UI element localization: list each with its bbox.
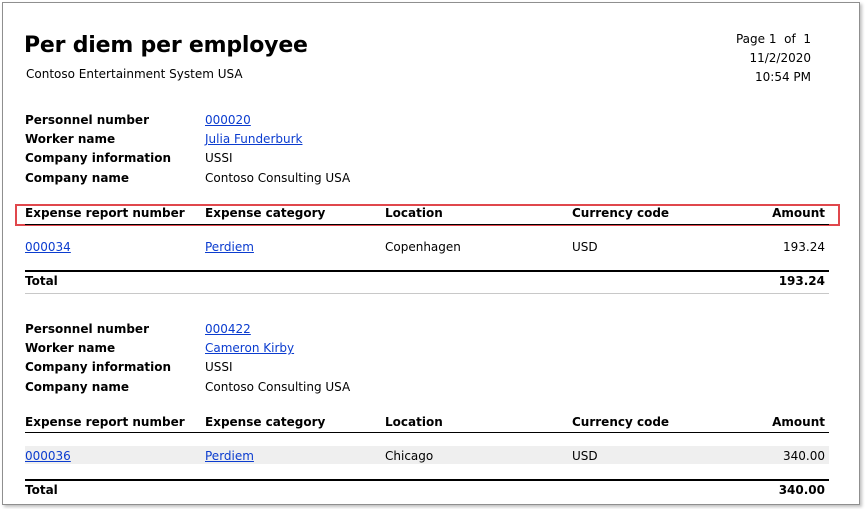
currency-code-cell: USD [572,240,598,254]
column-header-location: Location [385,206,443,220]
report-date: 11/2/2020 [749,51,811,65]
company-name-label: Company name [25,380,130,394]
column-header-expense-category: Expense category [205,206,326,220]
company-information-value: USSI [205,360,233,374]
column-header-location: Location [385,415,443,429]
expense-report-number-link[interactable]: 000036 [25,449,71,463]
header-underline [25,224,829,225]
amount-cell: 193.24 [783,240,825,254]
column-header-amount: Amount [772,415,825,429]
column-header-amount: Amount [772,206,825,220]
company-information-value: USSI [205,151,233,165]
report-title: Per diem per employee [24,33,308,58]
total-label: Total [25,483,58,497]
company-information-label: Company information [25,151,172,165]
personnel-number-label: Personnel number [25,322,149,336]
personnel-number-link[interactable]: 000020 [205,113,251,127]
total-amount: 340.00 [778,483,825,497]
expense-category-link[interactable]: Perdiem [205,449,254,463]
worker-name-label: Worker name [25,132,116,146]
page-number: 1 [768,32,777,46]
currency-code-cell: USD [572,449,598,463]
worker-name-label: Worker name [25,341,116,355]
total-bottom-rule [25,293,829,294]
total-rule [25,270,829,272]
column-header-expense-report-number: Expense report number [25,415,185,429]
company-name-value: Contoso Consulting USA [205,171,351,185]
page-info: Page 1 of 1 11/2/2020 10:54 PM [736,30,811,87]
column-header-currency-code: Currency code [572,415,670,429]
personnel-number-link[interactable]: 000422 [205,322,251,336]
report-page: Per diem per employee Contoso Entertainm… [2,2,860,505]
total-amount: 193.24 [778,274,825,288]
column-header-currency-code: Currency code [572,206,670,220]
page-counter: Page 1 of 1 [736,30,811,49]
page-of: of [784,32,796,46]
report-time: 10:54 PM [755,70,811,84]
worker-name-link[interactable]: Julia Funderburk [205,132,302,146]
total-label: Total [25,274,58,288]
column-header-expense-report-number: Expense report number [25,206,185,220]
report-company: Contoso Entertainment System USA [26,67,243,81]
company-name-value: Contoso Consulting USA [205,380,351,394]
worker-name-link[interactable]: Cameron Kirby [205,341,294,355]
total-rule [25,479,829,481]
location-cell: Copenhagen [385,240,461,254]
company-name-label: Company name [25,171,130,185]
expense-category-link[interactable]: Perdiem [205,240,254,254]
page-total: 1 [803,32,811,46]
location-cell: Chicago [385,449,434,463]
page-label: Page [735,32,766,46]
column-header-expense-category: Expense category [205,415,326,429]
personnel-number-label: Personnel number [25,113,149,127]
expense-report-number-link[interactable]: 000034 [25,240,71,254]
header-underline [25,432,829,433]
amount-cell: 340.00 [783,449,825,463]
company-information-label: Company information [25,360,172,374]
